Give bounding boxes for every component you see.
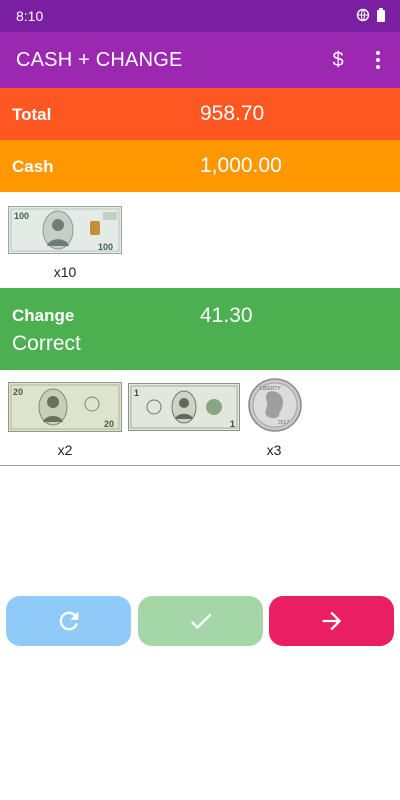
change-section: Change 41.30 Correct	[0, 288, 400, 370]
change-label: Change	[12, 306, 75, 325]
twenty-dollar-bill[interactable]: 20 20	[8, 382, 122, 437]
dime-coin[interactable]: LIBERTY 2017	[248, 378, 302, 437]
svg-text:1: 1	[134, 388, 139, 398]
app-title: CASH + CHANGE	[16, 49, 183, 71]
overflow-menu-button[interactable]	[364, 46, 392, 74]
reset-button[interactable]	[6, 596, 131, 646]
network-icon	[356, 8, 370, 27]
status-time: 8:10	[16, 8, 44, 24]
app-bar: CASH + CHANGE $	[0, 32, 400, 88]
one-dollar-bill[interactable]: 1 1	[128, 383, 240, 436]
confirm-button[interactable]	[138, 596, 263, 646]
svg-text:20: 20	[13, 387, 23, 397]
svg-text:2017: 2017	[278, 420, 289, 426]
next-button[interactable]	[269, 596, 394, 646]
change-items: 20 20 x2 1 1 LIBERTY 2017 x3	[0, 370, 400, 465]
change-status: Correct	[12, 332, 81, 355]
cash-count: x10	[53, 264, 77, 280]
total-section: Total 958.70	[0, 88, 400, 140]
total-value: 958.70	[200, 102, 265, 125]
svg-text:20: 20	[104, 419, 114, 429]
arrow-right-icon	[322, 611, 341, 631]
cash-items: 100 100 x10	[0, 192, 400, 288]
status-icons	[356, 8, 386, 27]
change-value: 41.30	[200, 304, 253, 327]
svg-text:1: 1	[230, 419, 235, 429]
cash-label: Cash	[12, 157, 54, 176]
more-vert-icon	[376, 51, 380, 69]
status-bar: 8:10	[0, 0, 400, 32]
cash-section: Cash 1,000.00	[0, 140, 400, 192]
dollar-icon: $	[332, 48, 344, 71]
check-icon	[190, 613, 211, 630]
twenty-count: x2	[57, 442, 73, 458]
total-label: Total	[12, 105, 52, 124]
battery-icon	[376, 8, 386, 27]
svg-text:100: 100	[98, 242, 113, 252]
svg-text:100: 100	[14, 211, 29, 221]
hundred-dollar-bill[interactable]: 100 100	[8, 206, 122, 259]
cash-value: 1,000.00	[200, 154, 282, 177]
refresh-icon	[59, 611, 78, 631]
dime-count: x3	[266, 442, 282, 458]
divider	[0, 465, 400, 466]
currency-button[interactable]: $	[324, 46, 352, 74]
svg-text:LIBERTY: LIBERTY	[260, 386, 281, 392]
